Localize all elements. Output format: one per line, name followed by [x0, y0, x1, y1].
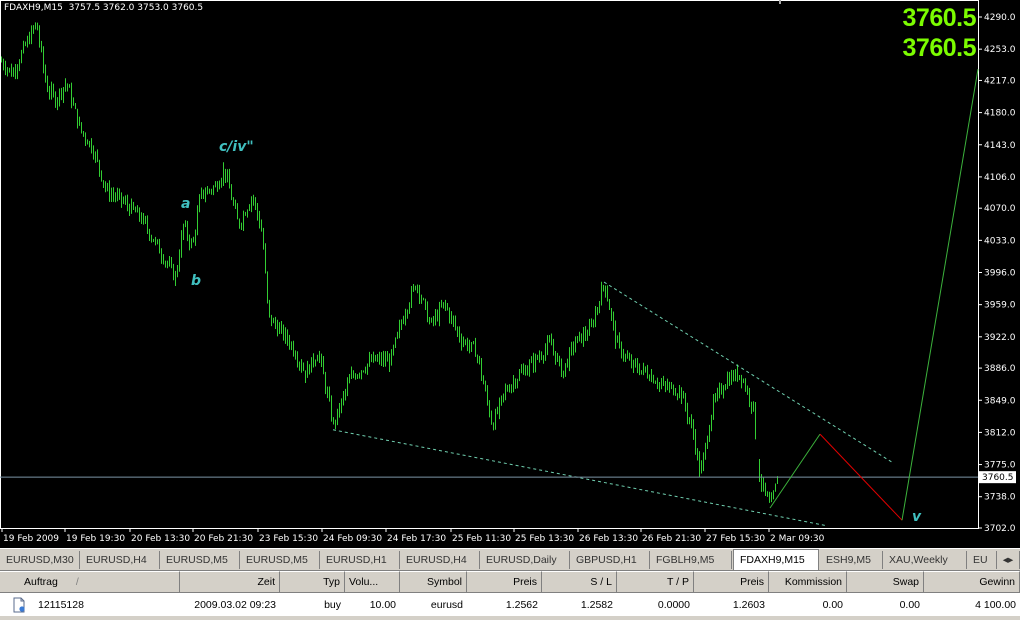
- time-axis-label: 20 Feb 13:30: [131, 534, 190, 544]
- cell-current-price: 1.2603: [732, 599, 765, 611]
- price-axis-label: 3775.0: [984, 461, 1016, 471]
- time-axis-label: 25 Feb 13:30: [515, 534, 574, 544]
- time-axis-label: 24 Feb 09:30: [323, 534, 382, 544]
- time-axis-label: 2 Mar 09:30: [770, 534, 825, 544]
- col-header-price[interactable]: Preis: [467, 571, 542, 593]
- tab-eurusd-m30[interactable]: EURUSD,M30: [0, 551, 80, 569]
- cell-sl: 1.2582: [580, 599, 613, 611]
- cell-type: buy: [324, 599, 341, 611]
- cell-tp: 0.0000: [657, 599, 690, 611]
- cell-profit: 4 100.00: [975, 599, 1016, 611]
- terminal-trade-panel: Auftrag / Zeit Typ Volu... Symbol Preis S…: [0, 570, 1020, 616]
- tab-eurusd-h4-2[interactable]: EURUSD,H4: [400, 551, 480, 569]
- chart-tab-bar: EURUSD,M30 EURUSD,H4 EURUSD,M5 EURUSD,M5…: [0, 548, 1020, 570]
- ask-price-display: 3760.5: [902, 34, 977, 62]
- bid-price-display: 3760.5: [902, 4, 977, 32]
- time-axis-label: 19 Feb 19:30: [66, 534, 125, 544]
- price-chart[interactable]: 3760.5 a b c/iv" v 4290.0 4253.0 4217.0 4180.0 4…: [0, 0, 1020, 548]
- time-axis-label: 27 Feb 15:30: [706, 534, 765, 544]
- price-axis-label: 4033.0: [984, 236, 1016, 246]
- price-axis-label: 3886.0: [984, 364, 1016, 374]
- projection-wave-rally: [901, 69, 979, 521]
- cell-time: 2009.03.02 09:23: [194, 599, 276, 611]
- col-header-tp[interactable]: T / P: [617, 571, 694, 593]
- time-axis-label: 20 Feb 21:30: [194, 534, 253, 544]
- price-axis-label: 4217.0: [984, 76, 1016, 86]
- wave-label-b: b: [191, 273, 201, 289]
- sort-indicator: /: [75, 576, 79, 588]
- tab-eurusd-h4[interactable]: EURUSD,H4: [80, 551, 160, 569]
- cell-swap: 0.00: [899, 599, 920, 611]
- col-header-order[interactable]: Auftrag /: [0, 571, 180, 593]
- price-axis-label: 3702.0: [984, 524, 1016, 534]
- price-axis-label: 3812.0: [984, 428, 1016, 438]
- tab-eurusd-m5[interactable]: EURUSD,M5: [160, 551, 240, 569]
- time-axis-label: 26 Feb 13:30: [579, 534, 638, 544]
- tab-fgblh9-m5[interactable]: FGBLH9,M5: [650, 551, 732, 569]
- wave-label-a: a: [181, 196, 190, 212]
- time-axis-label: 23 Feb 15:30: [259, 534, 318, 544]
- cell-volume: 10.00: [369, 599, 396, 611]
- cell-open-price: 1.2562: [505, 599, 538, 611]
- order-document-icon: [12, 595, 32, 615]
- wave-label-c-iv: c/iv": [219, 139, 254, 155]
- time-axis-label: 25 Feb 11:30: [452, 534, 511, 544]
- col-header-order-label: Auftrag: [24, 576, 58, 588]
- price-axis-label: 4253.0: [984, 45, 1016, 55]
- cell-symbol: eurusd: [430, 599, 463, 611]
- tab-esh9-m5[interactable]: ESH9,M5: [820, 551, 883, 569]
- price-axis-label: 4290.0: [984, 13, 1016, 23]
- plot-frame: [0, 0, 979, 529]
- chart-symbol-info: FDAXH9,M15 3757.5 3762.0 3753.0 3760.5: [4, 3, 204, 13]
- tab-eurusd-daily[interactable]: EURUSD,Daily: [480, 551, 570, 569]
- price-axis-label: 4106.0: [984, 173, 1016, 183]
- candlesticks: [1, 22, 778, 503]
- wave-label-v: v: [912, 509, 922, 525]
- drawn-objects: 3760.5 a b c/iv" v: [0, 69, 1016, 526]
- col-header-symbol[interactable]: Symbol: [400, 571, 467, 593]
- col-header-current-price[interactable]: Preis: [694, 571, 769, 593]
- price-axis-label: 4070.0: [984, 204, 1016, 214]
- col-header-time[interactable]: Zeit: [180, 571, 280, 593]
- chart-canvas[interactable]: 3760.5abc/iv"v 4290.04253.04217.04180.04…: [0, 0, 1020, 548]
- tab-eurusd-m5-2[interactable]: EURUSD,M5: [240, 551, 320, 569]
- price-axis-label: 4180.0: [984, 109, 1016, 119]
- tab-scroll-arrows[interactable]: ◂▸: [997, 551, 1020, 569]
- tab-fdaxh9-m15[interactable]: FDAXH9,M15: [733, 549, 819, 570]
- col-header-commission[interactable]: Kommission: [769, 571, 847, 593]
- time-axis: 19 Feb 2009 19 Feb 19:30 20 Feb 13:30 20 Fe…: [1, 528, 825, 544]
- price-axis: 4290.0 4253.0 4217.0 4180.0 4143.0 4106.0 4070…: [978, 13, 1016, 534]
- projection-wave-up: [769, 433, 821, 509]
- tab-gbpusd-h1[interactable]: GBPUSD,H1: [570, 551, 650, 569]
- col-header-volume[interactable]: Volu...: [345, 571, 400, 593]
- time-axis-label: 24 Feb 17:30: [387, 534, 446, 544]
- tab-eurusd-h1[interactable]: EURUSD,H1: [320, 551, 400, 569]
- price-axis-label: 3738.0: [984, 493, 1016, 503]
- cell-order: 12115128: [38, 599, 84, 611]
- time-axis-label: 26 Feb 21:30: [642, 534, 701, 544]
- price-axis-label: 3922.0: [984, 333, 1016, 343]
- current-price-label: 3760.5: [982, 473, 1014, 483]
- cell-commission: 0.00: [822, 599, 843, 611]
- tab-eu-truncated[interactable]: EU: [967, 551, 997, 569]
- col-header-sl[interactable]: S / L: [542, 571, 617, 593]
- col-header-profit[interactable]: Gewinn: [924, 571, 1020, 593]
- col-header-swap[interactable]: Swap: [847, 571, 924, 593]
- price-axis-label: 3849.0: [984, 396, 1016, 406]
- price-axis-label: 3996.0: [984, 269, 1016, 279]
- time-axis-label: 19 Feb 2009: [3, 534, 59, 544]
- price-axis-label: 3959.0: [984, 301, 1016, 311]
- price-axis-label: 4143.0: [984, 141, 1016, 151]
- col-header-type[interactable]: Typ: [280, 571, 345, 593]
- tab-xau-weekly[interactable]: XAU,Weekly: [883, 551, 967, 569]
